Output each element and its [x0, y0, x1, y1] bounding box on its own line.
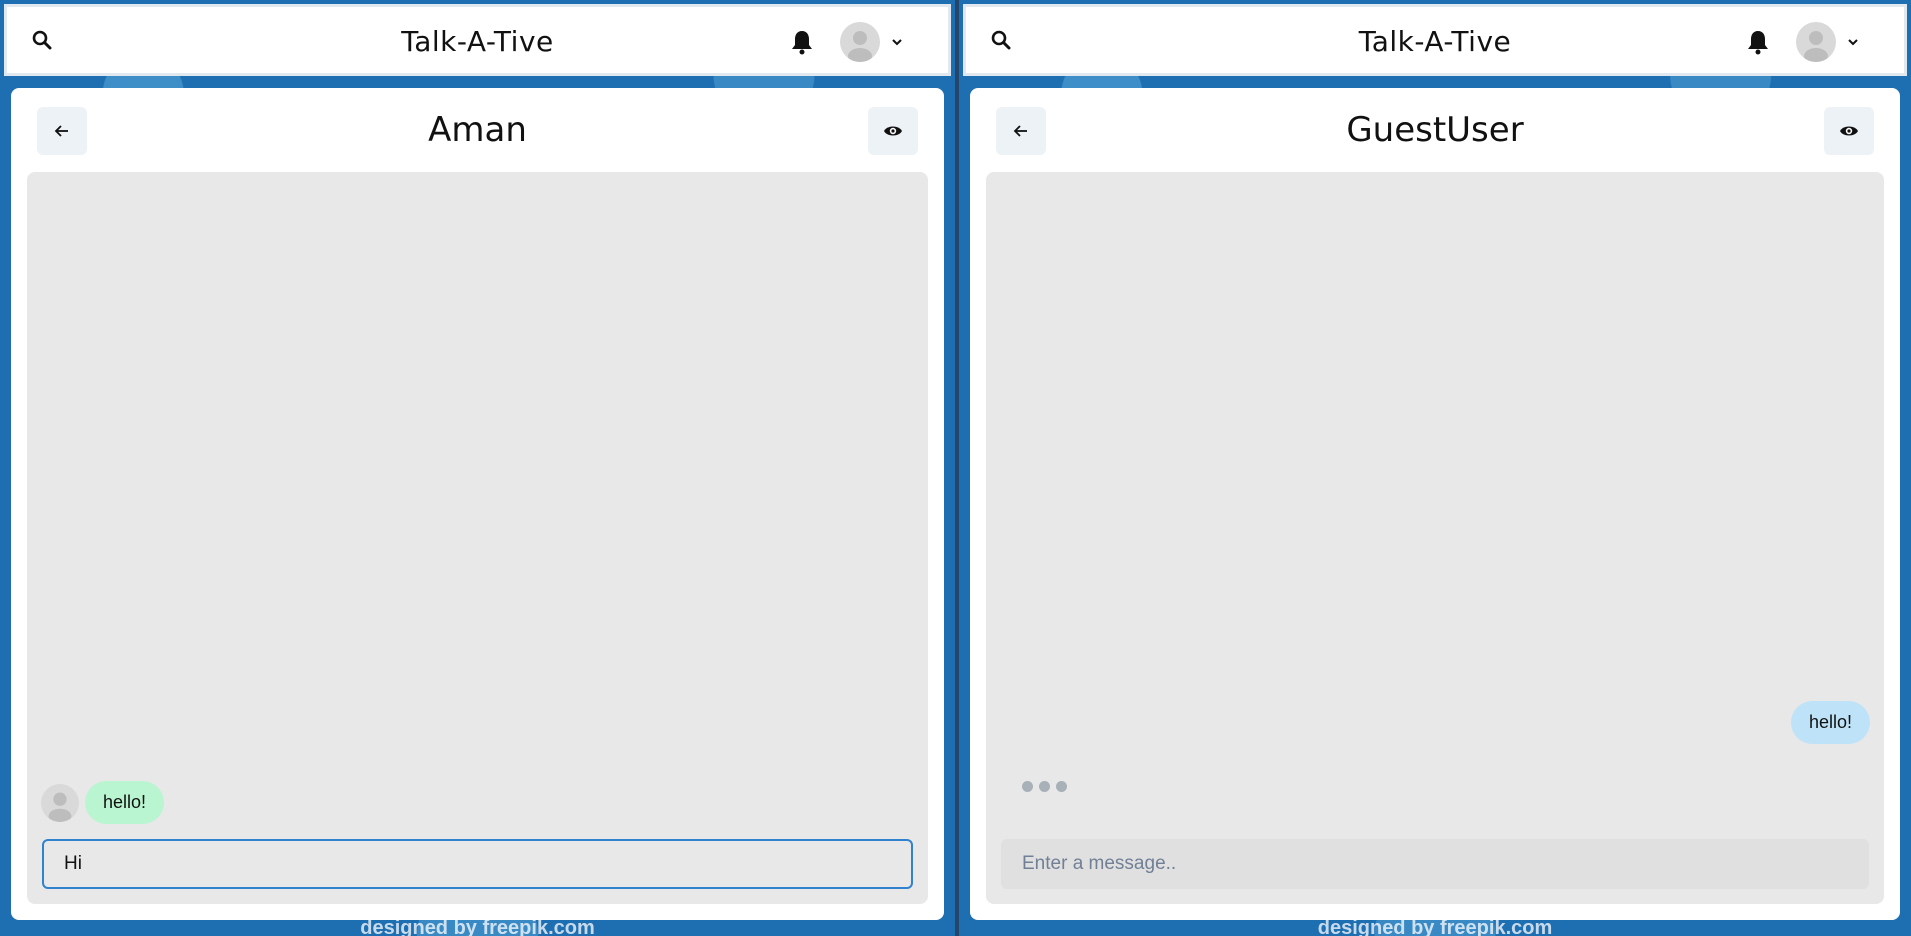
- top-bar: Talk-A-Tive: [4, 4, 951, 76]
- right-window: Talk-A-Tive GuestUser hello! Enter a mes…: [959, 0, 1911, 936]
- chat-panel: GuestUser hello!: [970, 88, 1900, 920]
- left-window: Talk-A-Tive Aman hello! Hi designed by f…: [0, 0, 955, 936]
- chat-title: GuestUser: [1346, 110, 1524, 150]
- profile-menu-button[interactable]: [1796, 21, 1874, 63]
- message-bubble: hello!: [85, 781, 165, 824]
- search-button[interactable]: [29, 27, 55, 53]
- message-input[interactable]: [42, 839, 913, 889]
- message-bubble: hello!: [1790, 701, 1870, 744]
- top-bar: Talk-A-Tive: [963, 4, 1907, 76]
- view-profile-button[interactable]: [868, 107, 918, 155]
- arrow-left-icon: [1013, 125, 1027, 137]
- arrow-left-icon: [54, 125, 68, 137]
- message-input[interactable]: [1001, 839, 1869, 889]
- message-list: hello!: [986, 172, 1884, 904]
- bell-icon: [1748, 31, 1768, 55]
- search-icon: [32, 30, 52, 50]
- profile-menu-button[interactable]: [840, 21, 918, 63]
- chevron-down-icon: [892, 39, 902, 46]
- user-avatar-icon: [840, 22, 880, 62]
- chat-panel: Aman hello!: [11, 88, 944, 920]
- notification-button[interactable]: [1746, 29, 1772, 57]
- back-button[interactable]: [996, 107, 1046, 155]
- eye-icon: [1840, 126, 1858, 136]
- typing-dot: [1039, 781, 1050, 792]
- chat-title: Aman: [428, 110, 527, 150]
- message-row: hello!: [41, 781, 165, 824]
- typing-indicator: [1022, 781, 1067, 792]
- typing-dot: [1022, 781, 1033, 792]
- footer-credit: designed by freepik.com: [360, 917, 595, 936]
- sender-avatar-icon[interactable]: [41, 783, 79, 822]
- eye-icon: [884, 126, 902, 136]
- bell-icon: [792, 31, 812, 55]
- footer-credit: designed by freepik.com: [1317, 917, 1553, 936]
- message-row: hello!: [1790, 701, 1870, 744]
- message-list: hello!: [27, 172, 928, 904]
- back-button[interactable]: [37, 107, 87, 155]
- notification-button[interactable]: [790, 29, 816, 57]
- typing-dot: [1056, 781, 1067, 792]
- search-icon: [991, 30, 1011, 50]
- view-profile-button[interactable]: [1824, 107, 1874, 155]
- user-avatar-icon: [1796, 22, 1836, 62]
- search-button[interactable]: [988, 27, 1014, 53]
- chevron-down-icon: [1848, 39, 1858, 46]
